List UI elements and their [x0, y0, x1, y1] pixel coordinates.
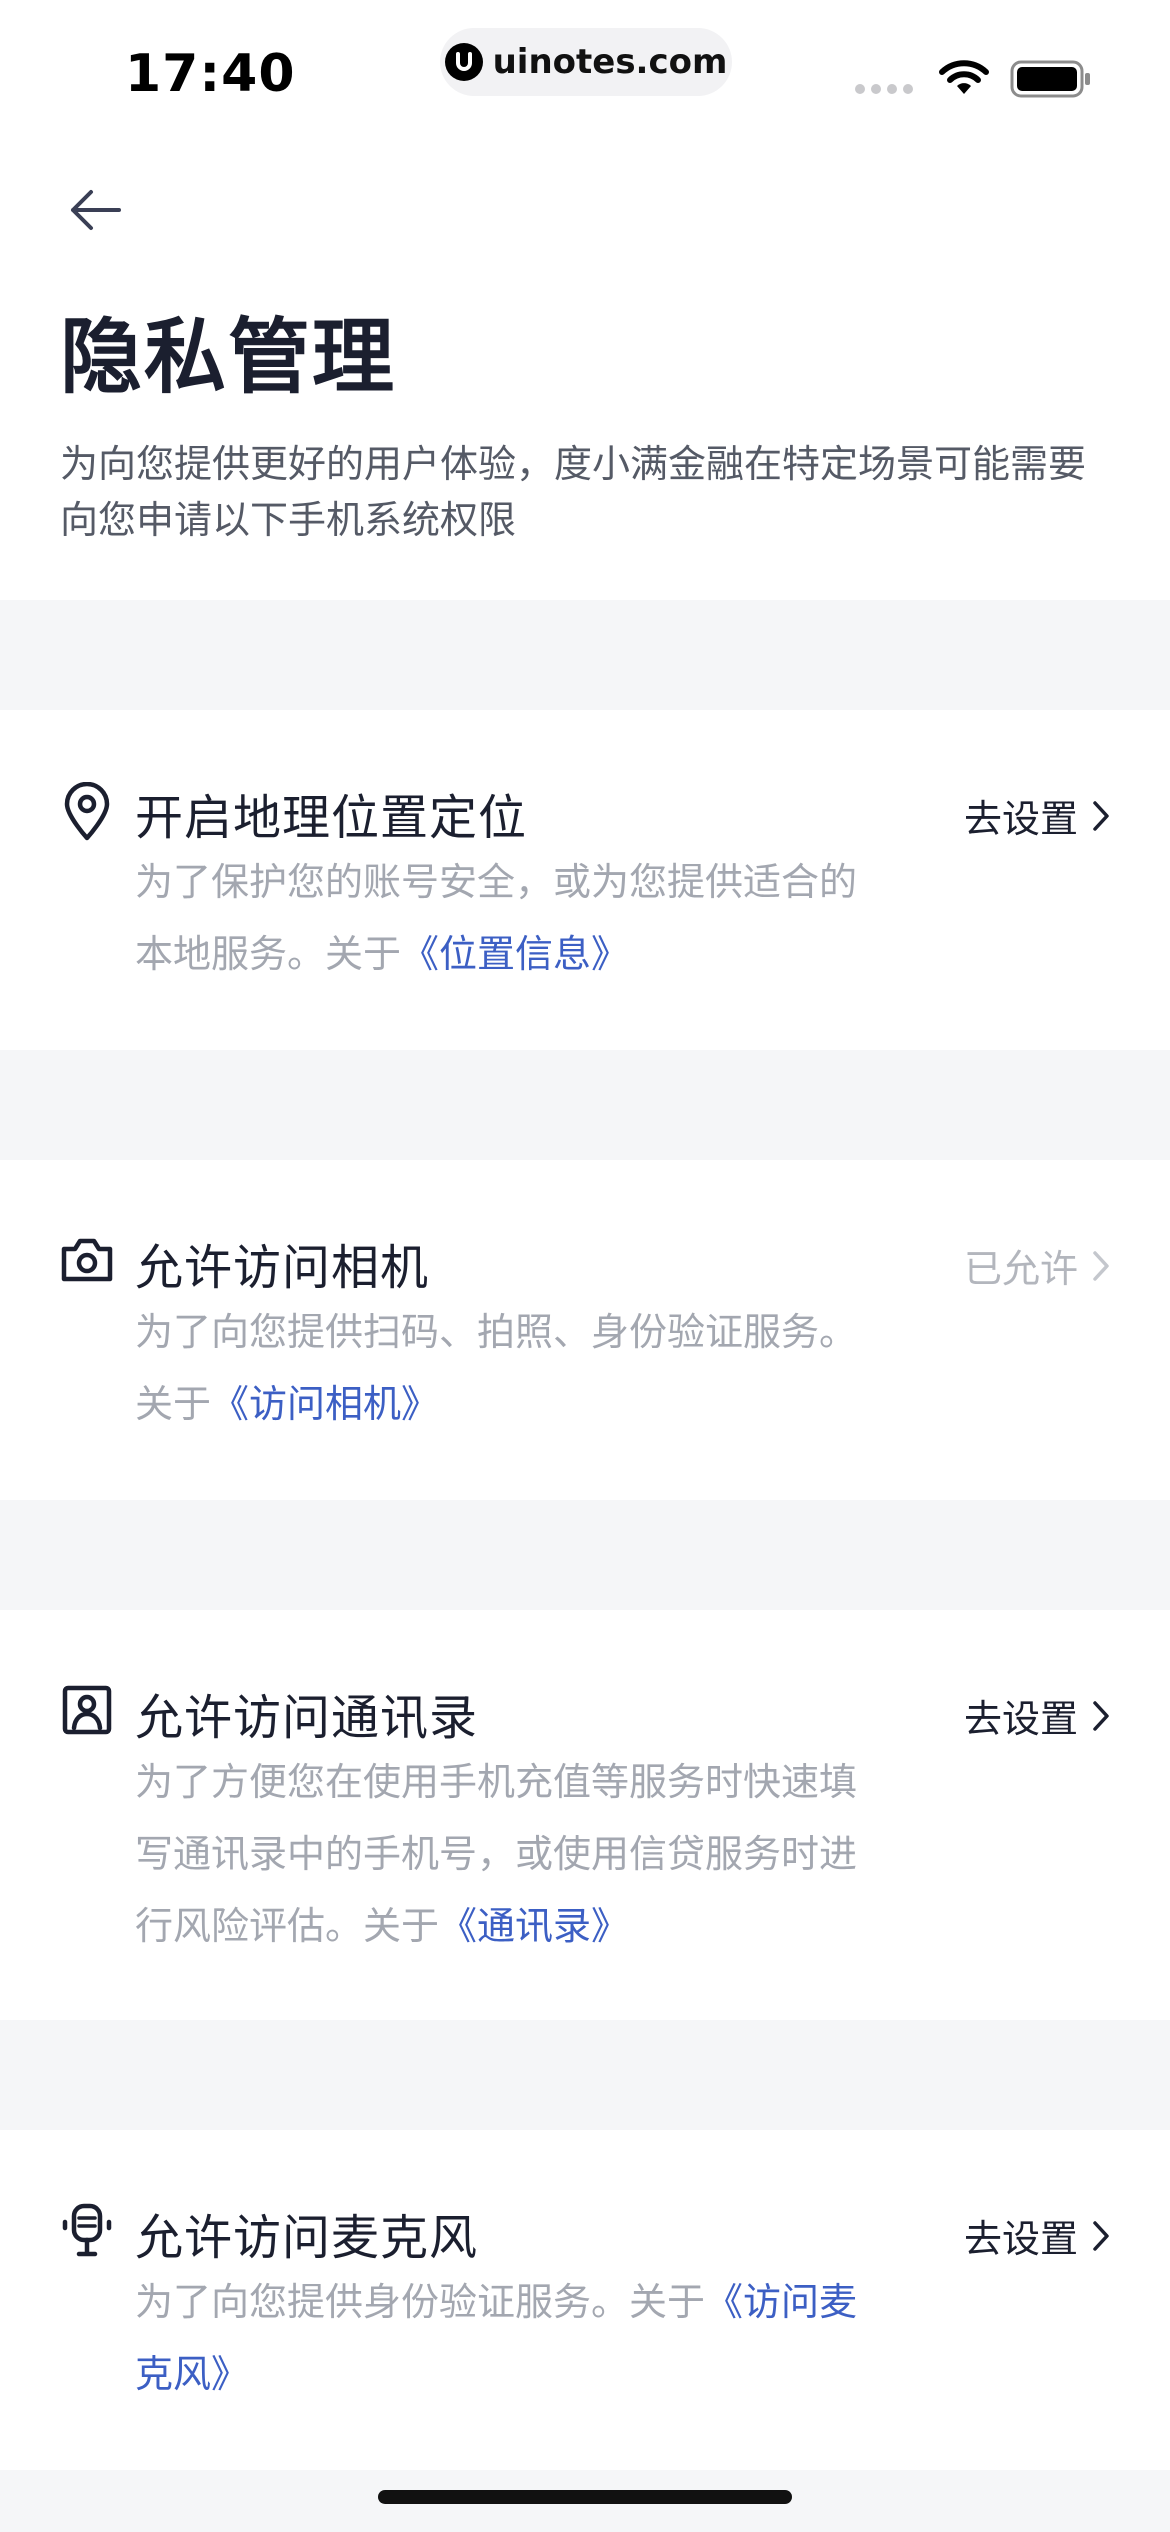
- page-description: 为向您提供更好的用户体验，度小满金融在特定场景可能需要向您申请以下手机系统权限: [60, 442, 1087, 542]
- permission-link[interactable]: 《访问相机》: [211, 1382, 439, 1426]
- status-time: 17:40: [125, 44, 296, 104]
- permission-title: 允许访问通讯录: [135, 1690, 479, 1746]
- permission-item-microphone: 允许访问麦克风 为了向您提供身份验证服务。关于《访问麦克风》 去设置: [0, 2130, 1170, 2470]
- allowed-status: 已允许: [964, 1238, 1110, 1293]
- page-title: 隐私管理: [60, 310, 397, 405]
- section-divider: [0, 1500, 1170, 1610]
- permission-item-location: 开启地理位置定位 为了保护您的账号安全，或为您提供适合的本地服务。关于《位置信息…: [0, 710, 1170, 1050]
- back-arrow-icon: [71, 190, 121, 230]
- permission-title: 开启地理位置定位: [135, 790, 528, 846]
- camera-icon: [60, 1230, 114, 1290]
- permission-title: 允许访问相机: [135, 1240, 430, 1296]
- permission-item-camera: 允许访问相机 为了向您提供扫码、拍照、身份验证服务。关于《访问相机》 已允许: [0, 1160, 1170, 1500]
- url-text: uinotes.com: [492, 42, 728, 82]
- permission-title: 允许访问麦克风: [135, 2210, 479, 2266]
- chevron-right-icon: [1093, 2220, 1109, 2251]
- permission-description: 为了方便您在使用手机充值等服务时快速填写通讯录中的手机号，或使用信贷服务时进行风…: [135, 1760, 858, 1948]
- go-settings-button[interactable]: 去设置: [964, 788, 1110, 843]
- permission-description: 为了向您提供扫码、拍照、身份验证服务。关于《访问相机》: [135, 1310, 858, 1426]
- microphone-icon: [60, 2200, 114, 2260]
- permission-link[interactable]: 《通讯录》: [439, 1904, 629, 1948]
- contacts-icon: [60, 1680, 114, 1740]
- site-logo-icon: [444, 43, 483, 81]
- location-pin-icon: [60, 782, 114, 842]
- go-settings-button[interactable]: 去设置: [964, 2208, 1110, 2263]
- battery-icon: [1010, 60, 1092, 102]
- url-pill[interactable]: uinotes.com: [440, 28, 732, 96]
- permission-description: 为了保护您的账号安全，或为您提供适合的本地服务。关于《位置信息》: [135, 860, 858, 976]
- chevron-right-icon: [1093, 800, 1109, 831]
- permission-item-contacts: 允许访问通讯录 为了方便您在使用手机充值等服务时快速填写通讯录中的手机号，或使用…: [0, 1610, 1170, 2020]
- section-divider: [0, 2020, 1170, 2130]
- cellular-signal-icon: [855, 84, 913, 94]
- chevron-right-icon: [1093, 1700, 1109, 1731]
- wifi-icon: [938, 58, 990, 102]
- home-indicator[interactable]: [378, 2490, 792, 2504]
- go-settings-button[interactable]: 去设置: [964, 1688, 1110, 1743]
- permission-link[interactable]: 《位置信息》: [401, 932, 629, 976]
- permission-description: 为了向您提供身份验证服务。关于《访问麦克风》: [135, 2280, 858, 2396]
- status-bar: 17:40 uinotes.com: [0, 0, 1170, 140]
- section-divider: [0, 1050, 1170, 1160]
- chevron-right-icon: [1093, 1250, 1109, 1281]
- back-button[interactable]: [60, 180, 130, 240]
- section-divider: [0, 600, 1170, 710]
